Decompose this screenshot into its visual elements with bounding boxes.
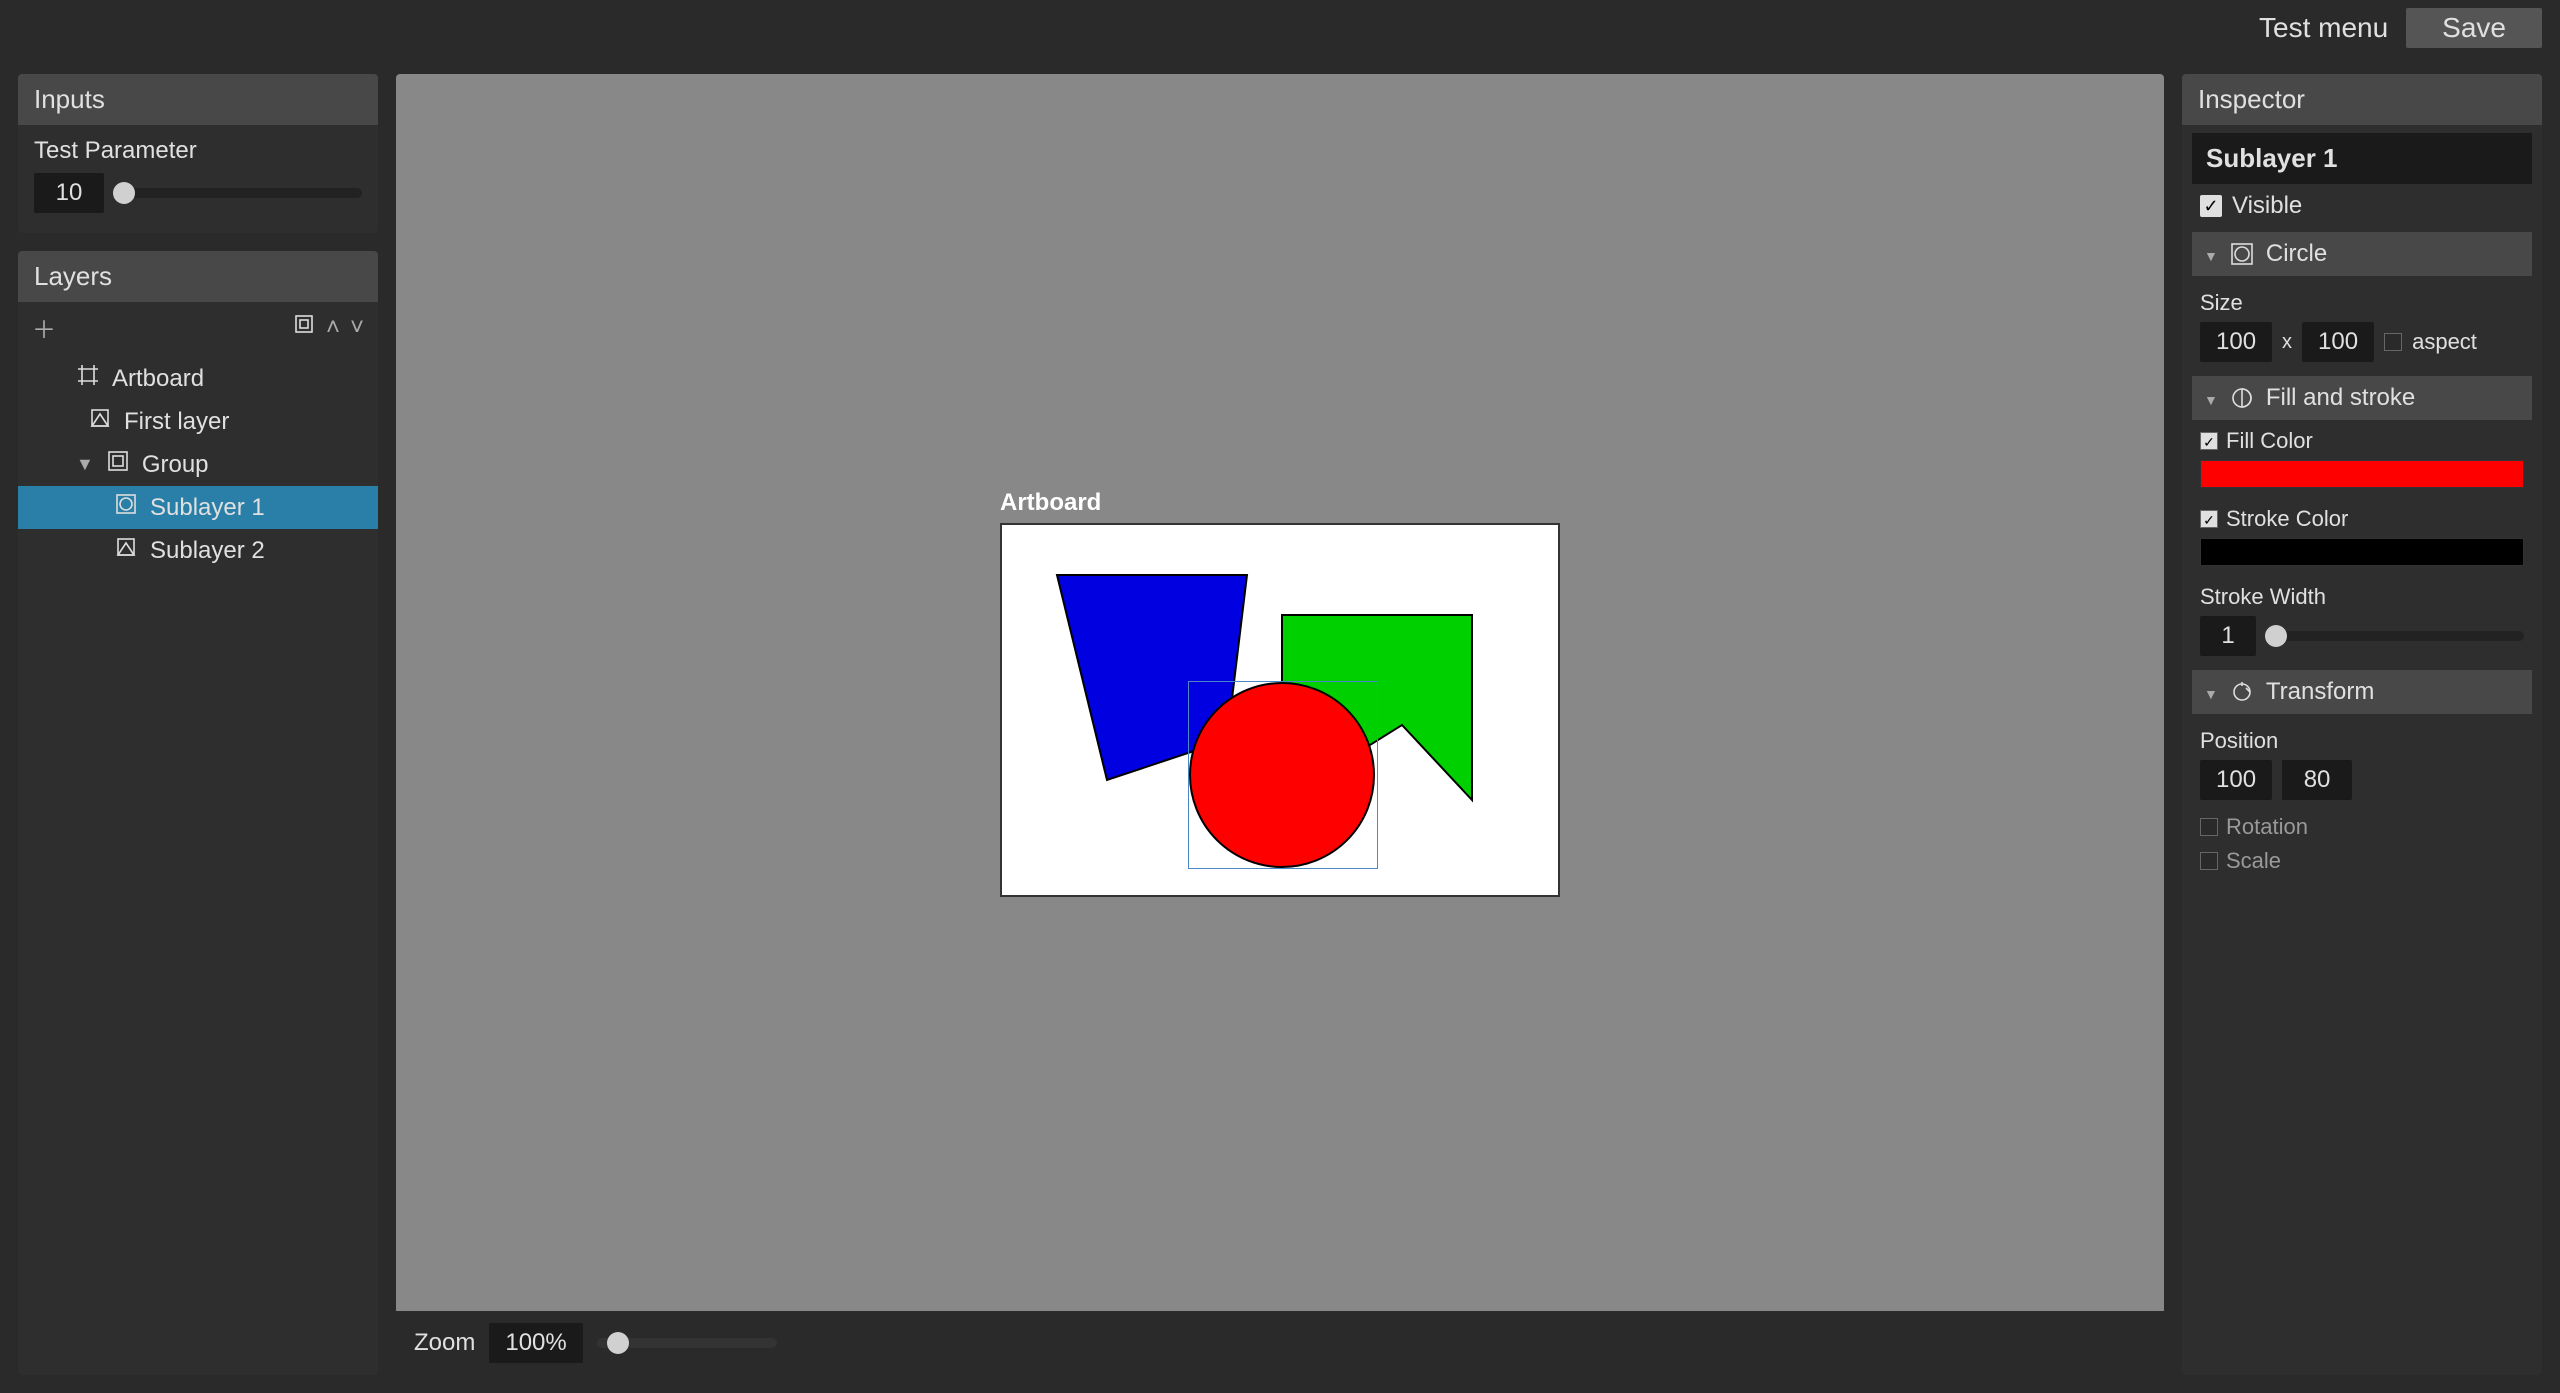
left-column: Inputs Test Parameter 10 Layers ＋ ˄ xyxy=(18,74,378,1375)
fill-color-checkbox[interactable] xyxy=(2200,432,2218,450)
chevron-down-icon xyxy=(2204,678,2218,706)
rotation-label: Rotation xyxy=(2226,814,2308,840)
size-separator: x xyxy=(2282,331,2292,354)
layer-item-label: First layer xyxy=(124,408,229,436)
chevron-down-icon xyxy=(2204,384,2218,412)
parameter-value-input[interactable]: 10 xyxy=(34,173,104,213)
scale-label: Scale xyxy=(2226,848,2281,874)
app-body: Inputs Test Parameter 10 Layers ＋ ˄ xyxy=(0,56,2560,1393)
fillstroke-section-header[interactable]: Fill and stroke xyxy=(2192,376,2532,420)
position-x-input[interactable]: 100 xyxy=(2200,760,2272,800)
zoom-value-input[interactable]: 100% xyxy=(489,1323,582,1363)
save-button[interactable]: Save xyxy=(2406,8,2542,48)
rotation-checkbox[interactable] xyxy=(2200,818,2218,836)
stroke-width-slider[interactable] xyxy=(2266,631,2524,641)
layer-item-first-layer[interactable]: First layer xyxy=(18,400,378,443)
collapse-layers-button[interactable]: ˄ xyxy=(326,314,340,342)
size-height-input[interactable]: 100 xyxy=(2302,322,2374,362)
circle-icon xyxy=(2230,242,2254,266)
layers-panel-header: Layers xyxy=(18,251,378,302)
position-label: Position xyxy=(2200,728,2524,754)
group-icon xyxy=(106,449,130,480)
add-layer-button[interactable]: ＋ xyxy=(32,310,56,345)
fill-color-swatch[interactable] xyxy=(2200,460,2524,488)
layer-item-sublayer-1[interactable]: Sublayer 1 xyxy=(18,486,378,529)
chevron-down-icon[interactable]: ▼ xyxy=(76,454,94,475)
transform-section-title: Transform xyxy=(2266,678,2374,706)
zoom-slider[interactable] xyxy=(597,1338,777,1348)
zoom-slider-thumb[interactable] xyxy=(607,1332,629,1354)
frame-icon xyxy=(76,363,100,394)
right-column: Inspector Sublayer 1 ✓ Visible Circle Si… xyxy=(2182,74,2542,1375)
circle-icon xyxy=(114,492,138,523)
contrast-icon xyxy=(2230,386,2254,410)
aspect-checkbox[interactable] xyxy=(2384,333,2402,351)
inputs-panel-header: Inputs xyxy=(18,74,378,125)
transform-section-header[interactable]: Transform xyxy=(2192,670,2532,714)
layer-item-sublayer-2[interactable]: Sublayer 2 xyxy=(18,529,378,572)
parameter-slider-thumb[interactable] xyxy=(113,182,135,204)
test-menu[interactable]: Test menu xyxy=(2259,12,2388,44)
shape-icon xyxy=(88,406,112,437)
parameter-label: Test Parameter xyxy=(34,137,362,165)
scale-checkbox[interactable] xyxy=(2200,852,2218,870)
selection-bounding-box[interactable] xyxy=(1188,681,1378,869)
zoom-bar: Zoom 100% xyxy=(396,1311,2164,1375)
size-width-input[interactable]: 100 xyxy=(2200,322,2272,362)
layer-item-label: Artboard xyxy=(112,365,204,393)
stroke-color-label: Stroke Color xyxy=(2226,506,2348,532)
aspect-label: aspect xyxy=(2412,329,2477,355)
visible-checkbox[interactable]: ✓ xyxy=(2200,195,2222,217)
size-label: Size xyxy=(2200,290,2524,316)
layer-item-group[interactable]: ▼ Group xyxy=(18,443,378,486)
zoom-label: Zoom xyxy=(414,1329,475,1357)
layer-item-artboard[interactable]: Artboard xyxy=(18,357,378,400)
fill-color-label: Fill Color xyxy=(2226,428,2313,454)
layers-toolbar: ＋ ˄ ˅ xyxy=(18,302,378,353)
layer-item-label: Sublayer 2 xyxy=(150,537,265,565)
position-y-input[interactable]: 80 xyxy=(2282,760,2352,800)
shape-section-title: Circle xyxy=(2266,240,2327,268)
expand-layers-button[interactable]: ˅ xyxy=(350,314,364,342)
layer-item-label: Group xyxy=(142,451,209,479)
layers-panel: Layers ＋ ˄ ˅ Artboard First layer ▼ Group Su… xyxy=(18,251,378,1375)
parameter-slider[interactable] xyxy=(114,188,362,198)
shape-icon xyxy=(114,535,138,566)
layers-view-mode-icon[interactable] xyxy=(292,312,316,343)
inspector-header: Inspector xyxy=(2182,74,2542,125)
stroke-width-label: Stroke Width xyxy=(2200,584,2524,610)
visible-label: Visible xyxy=(2232,192,2302,220)
artboard-label: Artboard xyxy=(1000,489,1560,517)
canvas-viewport[interactable]: Artboard xyxy=(396,74,2164,1311)
shape-section-header[interactable]: Circle xyxy=(2192,232,2532,276)
stroke-width-slider-thumb[interactable] xyxy=(2265,625,2287,647)
layer-tree: Artboard First layer ▼ Group Sublayer 1 Subla… xyxy=(18,353,378,576)
fillstroke-section-title: Fill and stroke xyxy=(2266,384,2415,412)
artboard[interactable] xyxy=(1000,523,1560,897)
transform-icon xyxy=(2230,680,2254,704)
stroke-color-checkbox[interactable] xyxy=(2200,510,2218,528)
inspector-panel: Inspector Sublayer 1 ✓ Visible Circle Si… xyxy=(2182,74,2542,1375)
selected-layer-name[interactable]: Sublayer 1 xyxy=(2192,133,2532,184)
chevron-down-icon xyxy=(2204,240,2218,268)
layer-item-label: Sublayer 1 xyxy=(150,494,265,522)
inputs-panel: Inputs Test Parameter 10 xyxy=(18,74,378,233)
stroke-width-input[interactable]: 1 xyxy=(2200,616,2256,656)
topbar: Test menu Save xyxy=(0,0,2560,56)
stroke-color-swatch[interactable] xyxy=(2200,538,2524,566)
canvas-area: Artboard Zoom 100% xyxy=(396,74,2164,1375)
